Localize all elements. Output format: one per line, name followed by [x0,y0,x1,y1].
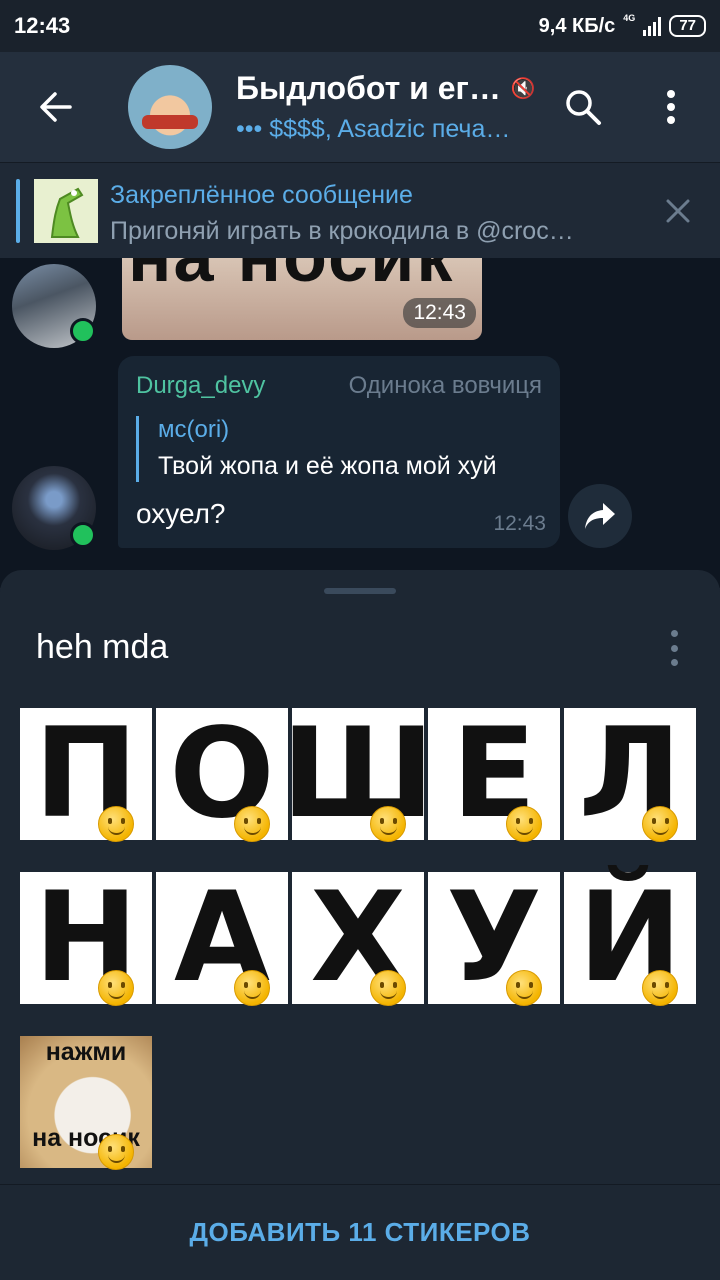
sticker-set-menu-button[interactable] [664,628,684,668]
back-button[interactable] [0,52,110,162]
reply-accent-bar [136,416,139,482]
forward-button[interactable] [568,484,632,548]
chat-title-text: Быдлобот и ег… [236,70,501,106]
more-vertical-icon [667,90,675,124]
sender-rank: Одинока вовчиця [348,372,542,399]
arrow-left-icon [40,92,72,122]
sticker[interactable]: О [156,708,288,842]
sticker-cat[interactable]: нажми на носик [20,1036,152,1170]
pinned-title: Закреплённое сообщение [110,181,413,209]
message-time: 12:43 [403,298,476,328]
pinned-accent-bar [16,179,20,243]
online-indicator [70,318,96,344]
smile-emoji-icon [234,970,270,1006]
sticker-row: П О Ш Е Л [20,708,700,842]
smile-emoji-icon [370,806,406,842]
sticker-set-sheet: heh mda П О Ш Е Л Н А Х У Й нажми на нос… [0,570,720,1280]
smile-emoji-icon [506,970,542,1006]
sticker[interactable]: У [428,872,560,1006]
sender-name[interactable]: Durga_devy [136,372,265,400]
smile-emoji-icon [370,970,406,1006]
message-bubble[interactable]: Durga_devy Одинока вовчиця мс(ori) Твой … [118,356,560,548]
add-stickers-button[interactable]: ДОБАВИТЬ 11 СТИКЕРОВ [189,1217,530,1248]
sticker-set-title: heh mda [36,628,169,666]
reply-text[interactable]: Твой жопа и её жопа мой хуй [158,452,497,481]
sticker[interactable]: Ш [281,708,435,842]
chat-title-block[interactable]: Быдлобот и ег… 🔇 ••• $$$$, Asadzic печа… [236,70,556,144]
share-arrow-icon [585,503,615,529]
sticker[interactable]: Й [564,872,696,1006]
sticker-grid: П О Ш Е Л Н А Х У Й нажми на носик [20,708,700,1200]
sticker[interactable]: А [156,872,288,1006]
smile-emoji-icon [234,806,270,842]
signal-icon [643,16,662,36]
sticker-message[interactable]: на носик 12:43 [122,258,482,340]
sticker[interactable]: П [20,708,152,842]
muted-icon: 🔇 [510,78,536,100]
network-type: 4G [623,13,636,23]
smile-emoji-icon [642,806,678,842]
search-icon [566,90,601,125]
typing-status: ••• $$$$, Asadzic печа… [236,115,511,143]
smile-emoji-icon [98,806,134,842]
more-menu-button[interactable] [636,52,706,162]
status-time: 12:43 [14,13,71,38]
pinned-message[interactable]: Закреплённое сообщение Пригоняй играть в… [0,162,720,258]
pinned-text: Пригоняй играть в крокодила в @croc… [110,217,574,245]
sticker-cat-top-text: нажми [45,1038,127,1066]
sticker[interactable]: Е [428,708,560,842]
message-text: охуел? [136,498,226,529]
chat-avatar[interactable] [128,65,212,149]
sticker-letter: Ш [281,702,435,846]
message-time: 12:43 [493,512,546,535]
chat-header: Быдлобот и ег… 🔇 ••• $$$$, Asadzic печа… [0,52,720,162]
sticker-caption: на носик [128,258,454,298]
reply-author[interactable]: мс(ori) [158,416,229,444]
sticker[interactable]: Л [564,708,696,842]
close-icon [666,199,690,223]
crocodile-thumbnail [34,179,98,243]
sticker-row: Н А Х У Й [20,872,700,1006]
smile-emoji-icon [506,806,542,842]
message-list[interactable]: на носик 12:43 Durga_devy Одинока вовчиц… [0,258,720,588]
chat-title: Быдлобот и ег… 🔇 [236,70,556,107]
sticker[interactable]: Х [292,872,424,1006]
sheet-footer: ДОБАВИТЬ 11 СТИКЕРОВ [0,1184,720,1280]
online-indicator [70,522,96,548]
smile-emoji-icon [98,1134,134,1170]
search-button[interactable] [548,52,618,162]
sticker[interactable]: Н [20,872,152,1006]
smile-emoji-icon [642,970,678,1006]
battery-icon: 77 [669,15,706,37]
status-bar: 12:43 9,4 КБ/с 4G 77 [0,0,720,52]
close-pinned-button[interactable] [658,191,698,231]
net-speed: 9,4 КБ/с [538,14,616,37]
sticker-row: нажми на носик [20,1036,700,1170]
status-indicators: 9,4 КБ/с 4G 77 [538,13,706,38]
sheet-drag-handle[interactable] [324,588,396,594]
smile-emoji-icon [98,970,134,1006]
